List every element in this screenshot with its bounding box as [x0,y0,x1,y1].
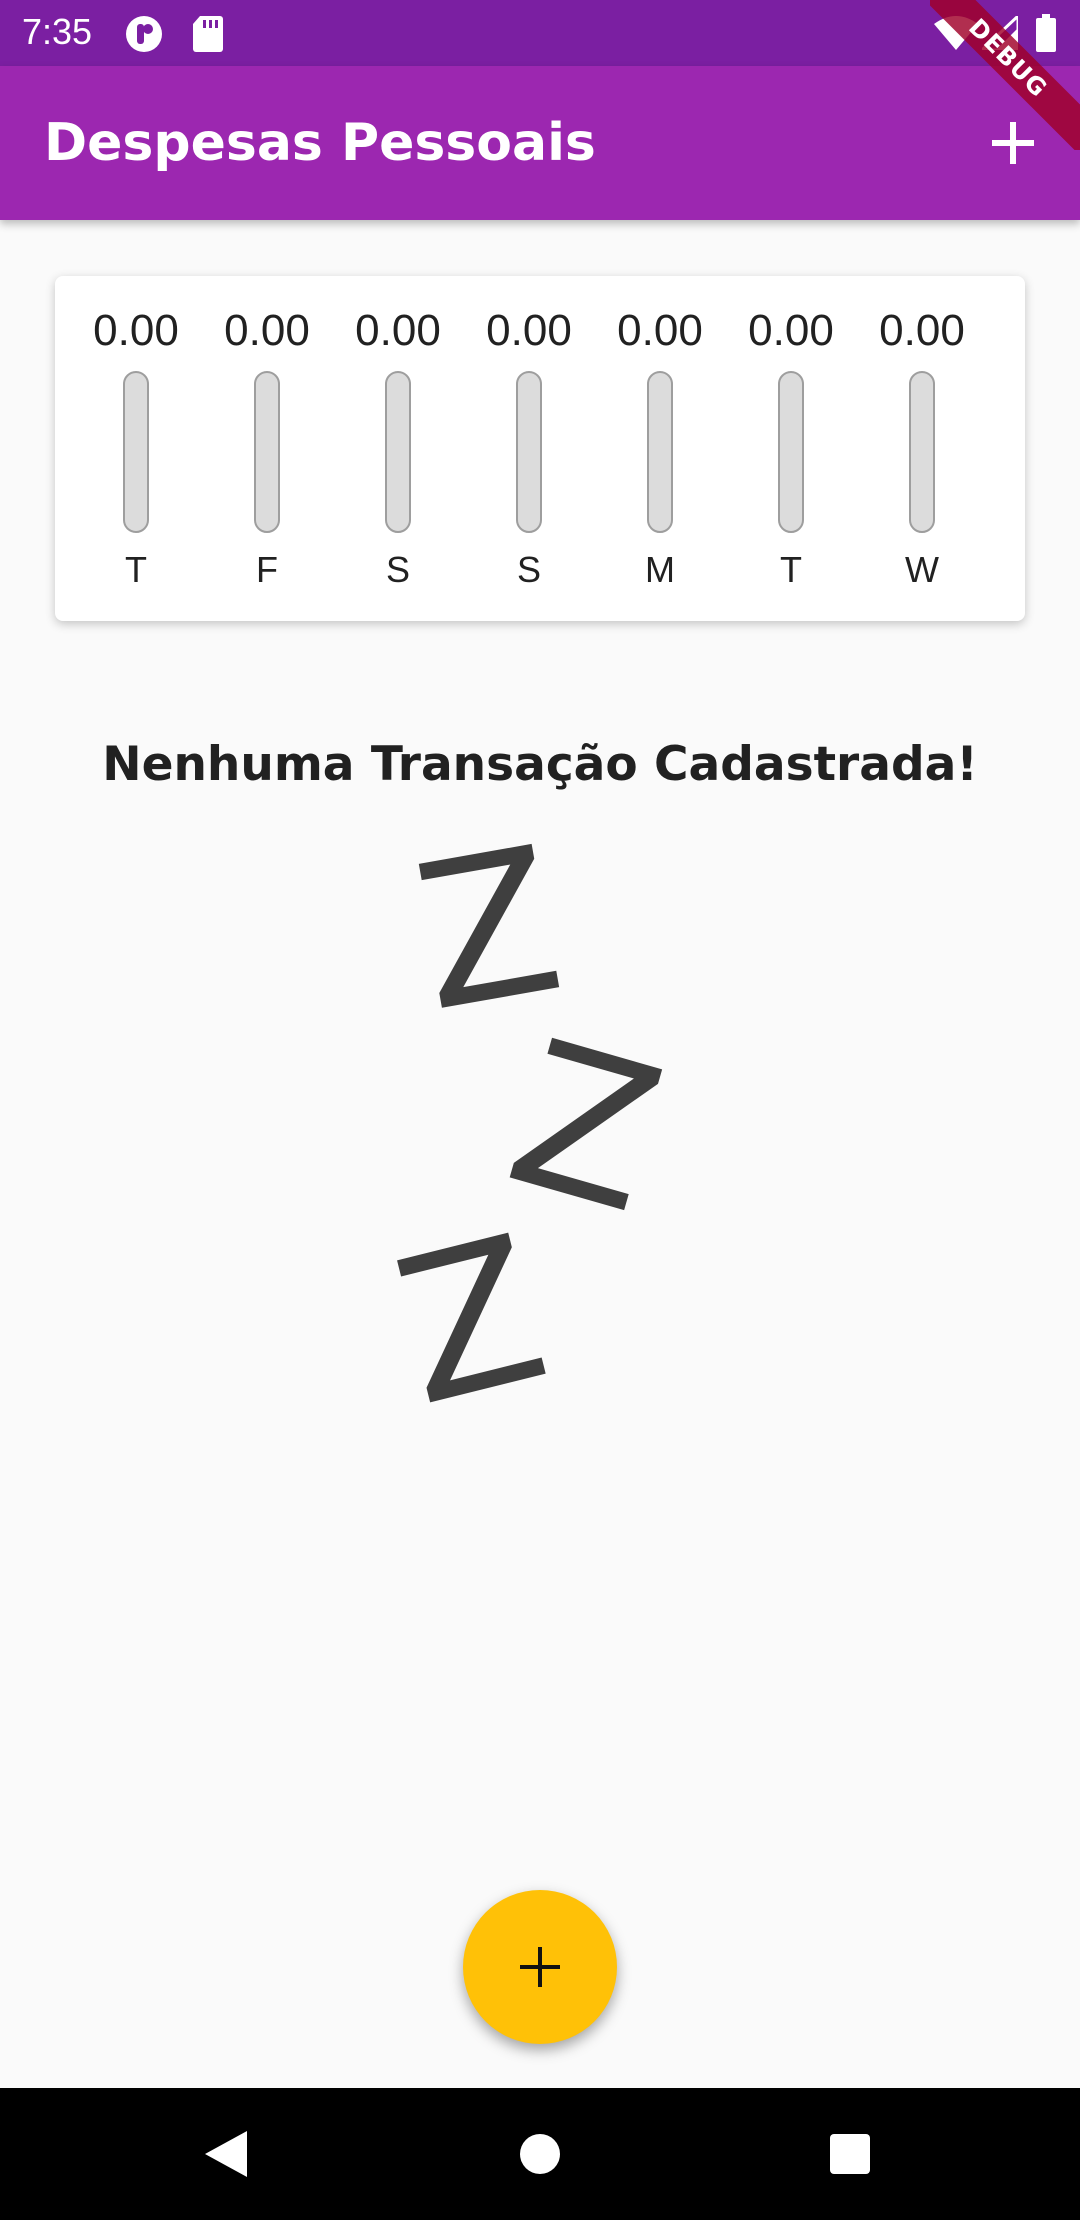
navigation-bar [0,2088,1080,2220]
chart-bar [778,371,804,533]
app-bar: Despesas Pessoais [0,66,1080,220]
app-notification-icon [124,14,164,54]
chart-value: 0.00 [748,306,834,355]
chart-column: 0.00 T [71,276,201,621]
chart-bar [909,371,935,533]
chart-bar [385,371,411,533]
chart-day-label: T [125,549,147,590]
chart-day-label: S [385,549,410,590]
chart-bar [647,371,673,533]
chart-bar [516,371,542,533]
nav-back-button[interactable] [186,2114,266,2194]
recents-icon [830,2134,870,2174]
back-icon [205,2131,247,2177]
chart-value: 0.00 [486,306,572,355]
weekly-chart-card: 0.00 T 0.00 F 0.00 S 0.00 S 0.00 M 0.00 … [55,276,1025,621]
chart-column: 0.00 S [333,276,463,621]
status-bar: 7:35 [0,0,1080,66]
status-time: 7:35 [22,11,93,52]
chart-value: 0.00 [617,306,703,355]
chart-column: 0.00 W [857,276,987,621]
signal-icon [982,16,1018,50]
chart-bar [254,371,280,533]
app-title: Despesas Pessoais [44,113,596,173]
sleeping-zzz-image: Z Z Z [380,830,684,1430]
chart-column: 0.00 S [464,276,594,621]
wifi-icon [934,16,978,50]
add-transaction-button[interactable] [978,108,1048,178]
home-icon [520,2134,560,2174]
chart-value: 0.00 [355,306,441,355]
chart-column: 0.00 T [726,276,856,621]
add-icon [992,122,1034,164]
chart-day-label: T [780,549,802,590]
nav-recents-button[interactable] [810,2114,890,2194]
chart-bar [123,371,149,533]
chart-column: 0.00 F [202,276,332,621]
sd-card-icon [192,14,224,54]
chart-column: 0.00 M [595,276,725,621]
chart-day-label: W [905,549,939,590]
add-icon [520,1947,560,1987]
chart-day-label: S [516,549,541,590]
chart-value: 0.00 [93,306,179,355]
chart-value: 0.00 [879,306,965,355]
battery-icon [1036,14,1056,52]
empty-state-title: Nenhuma Transação Cadastrada! [102,737,978,792]
chart-value: 0.00 [224,306,310,355]
chart-day-label: F [256,549,278,590]
chart-day-label: M [645,549,675,590]
nav-home-button[interactable] [500,2114,580,2194]
fab-add-button[interactable] [463,1890,617,2044]
